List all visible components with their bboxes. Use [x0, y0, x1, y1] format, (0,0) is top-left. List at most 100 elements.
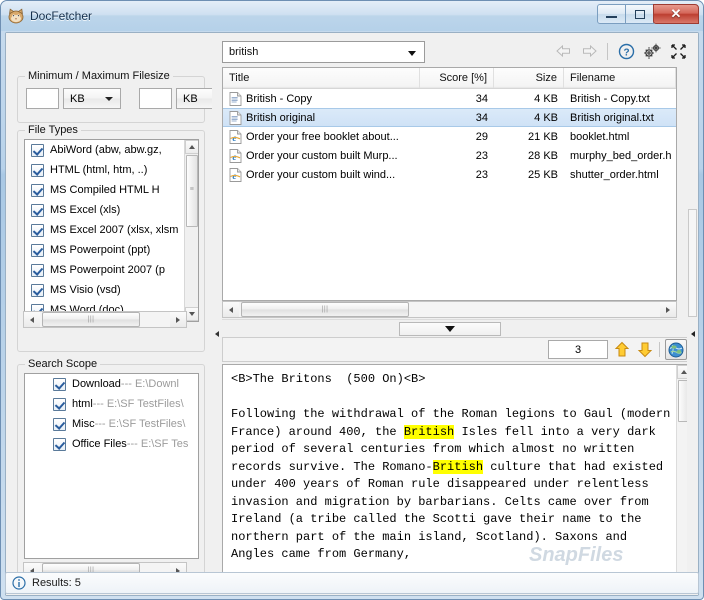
minimize-button[interactable]: [597, 4, 626, 24]
triangle-left-icon: [691, 331, 695, 337]
collapse-right-panel-handle[interactable]: [688, 325, 697, 343]
scroll-thumb[interactable]: |||: [241, 302, 409, 317]
grip-icon: |||: [88, 316, 95, 323]
collapse-results-handle[interactable]: [399, 322, 501, 336]
column-header-size[interactable]: Size: [494, 68, 564, 88]
search-scope-group: Search Scope Download --- E:\Downlhtml -…: [17, 364, 205, 589]
title-bar: DocFetcher ✕: [1, 1, 703, 31]
toolbar-separator: [659, 342, 660, 357]
file-type-label: MS Powerpoint (ppt): [50, 244, 150, 256]
page-number-input[interactable]: 3: [548, 340, 608, 359]
checkbox-checked-icon[interactable]: [53, 378, 66, 391]
arrow-left-icon[interactable]: [553, 41, 573, 61]
scroll-left-button[interactable]: [24, 312, 40, 327]
checkbox-checked-icon[interactable]: [53, 418, 66, 431]
checkbox-checked-icon[interactable]: [31, 184, 44, 197]
arrow-up-icon[interactable]: [613, 341, 631, 359]
search-scope-item[interactable]: Office Files --- E:\SF Tes: [25, 434, 198, 454]
file-type-item[interactable]: MS Powerpoint 2007 (p: [25, 260, 184, 280]
chevron-down-icon[interactable]: [408, 51, 416, 56]
table-row[interactable]: British - Copy344 KBBritish - Copy.txt: [223, 89, 676, 108]
search-scope-path: --- E:\SF TestFiles\: [95, 418, 186, 430]
globe-icon[interactable]: [665, 339, 687, 360]
checkbox-checked-icon[interactable]: [31, 284, 44, 297]
scroll-track[interactable]: |||: [239, 302, 660, 317]
min-filesize-unit-combo[interactable]: KB: [63, 88, 121, 109]
scroll-track[interactable]: |||: [40, 312, 170, 327]
checkbox-checked-icon[interactable]: [31, 144, 44, 157]
preview-pane[interactable]: <B>The Britons (500 On)<B> Following the…: [222, 364, 692, 592]
column-header-filename[interactable]: Filename: [564, 68, 676, 88]
collapse-icon[interactable]: [668, 41, 688, 61]
min-filesize-unit-label: KB: [70, 93, 85, 105]
checkbox-checked-icon[interactable]: [31, 224, 44, 237]
cell-filename: shutter_order.html: [564, 169, 676, 181]
results-table[interactable]: Title Score [%] Size Filename British - …: [222, 67, 677, 301]
close-button[interactable]: ✕: [653, 4, 699, 24]
arrow-right-icon[interactable]: [579, 41, 599, 61]
checkbox-checked-icon[interactable]: [31, 164, 44, 177]
file-type-item[interactable]: MS Visio (vsd): [25, 280, 184, 300]
right-panel-splitter[interactable]: [687, 33, 698, 595]
file-types-list[interactable]: AbiWord (abw, abw.gz, HTML (html, htm, ..…: [24, 139, 199, 322]
search-input[interactable]: british: [222, 41, 425, 63]
window-controls: ✕: [598, 4, 699, 24]
panel-splitter[interactable]: [212, 33, 222, 595]
splitter-bar[interactable]: [688, 209, 697, 317]
search-scope-item[interactable]: Misc --- E:\SF TestFiles\: [25, 414, 198, 434]
cell-title: British - Copy: [223, 92, 420, 106]
results-preview-splitter[interactable]: [222, 319, 677, 337]
table-row[interactable]: e Order your custom built Murp...2328 KB…: [223, 146, 676, 165]
search-scope-label: html: [72, 398, 93, 410]
cell-size: 25 KB: [494, 169, 564, 181]
checkbox-checked-icon[interactable]: [31, 204, 44, 217]
file-type-item[interactable]: MS Compiled HTML H: [25, 180, 184, 200]
file-type-item[interactable]: MS Excel (xls): [25, 200, 184, 220]
file-type-item[interactable]: MS Excel 2007 (xlsx, xlsm: [25, 220, 184, 240]
scroll-down-button[interactable]: [185, 307, 199, 321]
search-scope-path: --- E:\SF Tes: [127, 438, 189, 450]
checkbox-checked-icon[interactable]: [31, 264, 44, 277]
results-horizontal-scrollbar[interactable]: |||: [222, 301, 677, 318]
scroll-right-button[interactable]: [170, 312, 186, 327]
file-type-item[interactable]: AbiWord (abw, abw.gz,: [25, 140, 184, 160]
scroll-right-button[interactable]: [660, 302, 676, 317]
file-type-item[interactable]: HTML (html, htm, ..): [25, 160, 184, 180]
column-header-title[interactable]: Title: [223, 68, 420, 88]
checkbox-checked-icon[interactable]: [53, 438, 66, 451]
table-row[interactable]: British original344 KBBritish original.t…: [223, 108, 676, 127]
file-types-items: AbiWord (abw, abw.gz, HTML (html, htm, ..…: [25, 140, 184, 320]
file-types-horizontal-scrollbar[interactable]: |||: [23, 311, 187, 328]
arrow-down-icon[interactable]: [636, 341, 654, 359]
search-scope-item[interactable]: html --- E:\SF TestFiles\: [25, 394, 198, 414]
maximize-button[interactable]: [625, 4, 654, 24]
cell-title: e Order your custom built Murp...: [223, 149, 420, 163]
status-text: Results: 5: [32, 577, 81, 589]
scroll-thumb[interactable]: ≡: [186, 155, 198, 227]
cell-filename: booklet.html: [564, 131, 676, 143]
checkbox-checked-icon[interactable]: [31, 244, 44, 257]
file-types-vertical-scrollbar[interactable]: ≡: [184, 140, 198, 321]
grip-icon: ≡: [187, 186, 197, 193]
search-scope-item[interactable]: Download --- E:\Downl: [25, 374, 198, 394]
help-circle-icon[interactable]: ?: [616, 41, 636, 61]
min-filesize-input[interactable]: [26, 88, 59, 109]
scroll-up-button[interactable]: [185, 140, 199, 154]
file-type-item[interactable]: MS Powerpoint (ppt): [25, 240, 184, 260]
table-row[interactable]: e Order your custom built wind...2325 KB…: [223, 165, 676, 184]
collapse-left-panel-handle[interactable]: [213, 325, 221, 343]
max-filesize-input[interactable]: [139, 88, 172, 109]
checkbox-checked-icon[interactable]: [53, 398, 66, 411]
window-title: DocFetcher: [30, 9, 92, 23]
triangle-right-icon: [666, 307, 670, 313]
search-scope-list[interactable]: Download --- E:\Downlhtml --- E:\SF Test…: [24, 373, 199, 559]
scroll-thumb[interactable]: |||: [42, 312, 140, 327]
chevron-down-icon: [105, 97, 113, 101]
table-row[interactable]: e Order your free booklet about...2921 K…: [223, 127, 676, 146]
scroll-left-button[interactable]: [223, 302, 239, 317]
gears-icon[interactable]: [642, 41, 662, 61]
file-type-label: AbiWord (abw, abw.gz,: [50, 144, 162, 156]
filesize-group: Minimum / Maximum Filesize KB KB: [17, 76, 205, 123]
docfetcher-cat-icon: [7, 7, 25, 25]
column-header-score[interactable]: Score [%]: [420, 68, 494, 88]
